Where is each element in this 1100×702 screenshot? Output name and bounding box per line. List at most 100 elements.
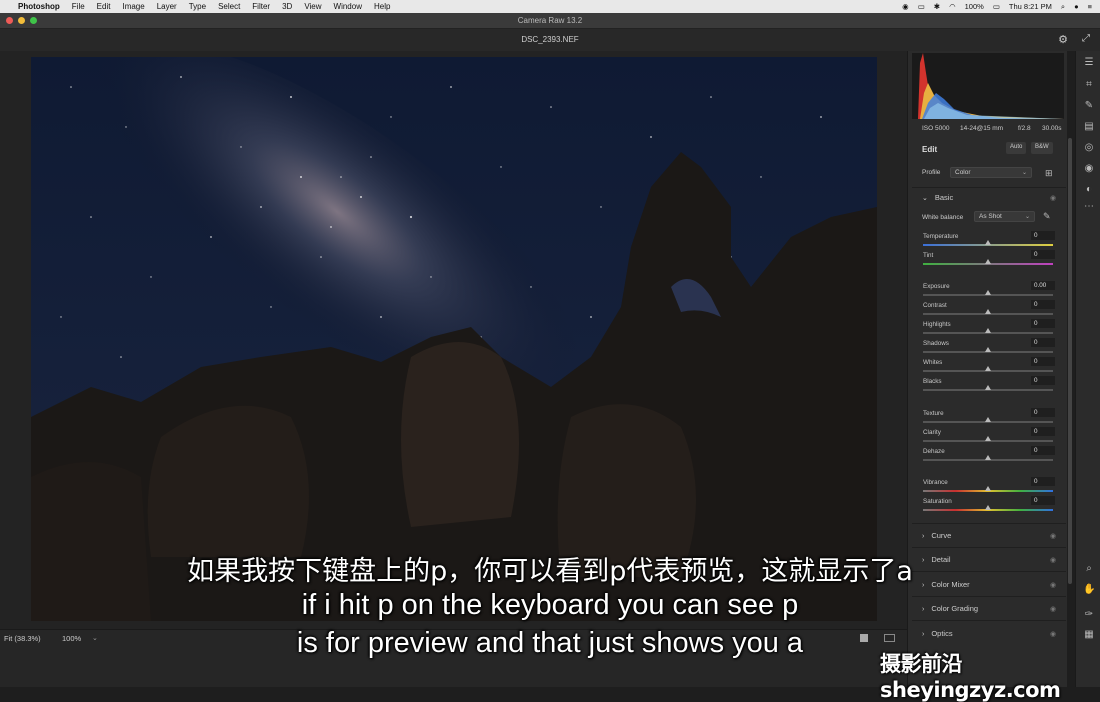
- bw-button[interactable]: B&W: [1031, 142, 1053, 154]
- red-eye-icon[interactable]: ◉: [1083, 163, 1095, 174]
- crop-icon[interactable]: ⌗: [1083, 79, 1095, 90]
- menu-layer[interactable]: Layer: [157, 2, 177, 11]
- eyedropper-icon[interactable]: ✎: [1043, 211, 1051, 222]
- bluetooth-icon[interactable]: ✱: [934, 2, 940, 11]
- eye-icon[interactable]: ◉: [1050, 532, 1056, 540]
- slider-thumb[interactable]: [985, 486, 991, 491]
- more-icon[interactable]: ⋯: [1083, 201, 1095, 212]
- slider-value[interactable]: 0: [1031, 357, 1055, 366]
- profile-browser-icon[interactable]: ⊞: [1045, 168, 1053, 179]
- slider-thumb[interactable]: [985, 505, 991, 510]
- menu-select[interactable]: Select: [218, 2, 240, 11]
- slider-thumb[interactable]: [985, 347, 991, 352]
- slider-value[interactable]: 0: [1031, 231, 1055, 240]
- document-header: DSC_2393.NEF ⚙ ⤢: [0, 29, 1100, 51]
- spot-removal-icon[interactable]: ✎: [1083, 100, 1095, 111]
- slider-thumb[interactable]: [985, 259, 991, 264]
- slider-value[interactable]: 0.00: [1031, 281, 1055, 290]
- menu-edit[interactable]: Edit: [97, 2, 111, 11]
- image-canvas[interactable]: [0, 51, 907, 629]
- slider-clarity[interactable]: Clarity 0: [922, 427, 1055, 445]
- slider-shadows[interactable]: Shadows 0: [922, 338, 1055, 356]
- slider-temperature[interactable]: Temperature 0: [922, 231, 1055, 249]
- menu-filter[interactable]: Filter: [252, 2, 270, 11]
- chevron-right-icon: ›: [922, 533, 925, 540]
- slider-thumb[interactable]: [985, 366, 991, 371]
- slider-value[interactable]: 0: [1031, 446, 1055, 455]
- slider-value[interactable]: 0: [1031, 319, 1055, 328]
- profile-label: Profile: [922, 169, 941, 176]
- slider-thumb[interactable]: [985, 436, 991, 441]
- slider-highlights[interactable]: Highlights 0: [922, 319, 1055, 337]
- edit-sliders-icon[interactable]: ☰: [1083, 57, 1095, 68]
- slider-thumb[interactable]: [985, 290, 991, 295]
- slider-contrast[interactable]: Contrast 0: [922, 300, 1055, 318]
- exif-lens: 14-24@15 mm: [960, 125, 1004, 132]
- slider-value[interactable]: 0: [1031, 427, 1055, 436]
- white-balance-value: As Shot: [979, 213, 1002, 220]
- menu-type[interactable]: Type: [189, 2, 206, 11]
- radial-filter-icon[interactable]: ◎: [1083, 142, 1095, 153]
- wifi-icon[interactable]: ◠: [949, 2, 956, 11]
- window-title: Camera Raw 13.2: [517, 16, 583, 25]
- clock[interactable]: Thu 8:21 PM: [1009, 2, 1052, 11]
- menu-app[interactable]: Photoshop: [18, 2, 60, 11]
- slider-saturation[interactable]: Saturation 0: [922, 496, 1055, 514]
- eye-icon[interactable]: ◉: [1050, 194, 1056, 202]
- slider-label: Saturation: [923, 498, 952, 505]
- battery-text[interactable]: 100%: [965, 2, 984, 11]
- panel-scrollbar[interactable]: [1068, 138, 1072, 584]
- menu-view[interactable]: View: [304, 2, 321, 11]
- user-icon[interactable]: ●: [1074, 2, 1079, 11]
- auto-button[interactable]: Auto: [1006, 142, 1027, 154]
- slider-value[interactable]: 0: [1031, 338, 1055, 347]
- white-balance-select[interactable]: As Shot ⌄: [974, 211, 1035, 222]
- slider-vibrance[interactable]: Vibrance 0: [922, 477, 1055, 495]
- slider-thumb[interactable]: [985, 240, 991, 245]
- profile-select[interactable]: Color ⌄: [950, 167, 1032, 178]
- section-curve[interactable]: › Curve: [922, 531, 951, 540]
- slider-thumb[interactable]: [985, 417, 991, 422]
- section-label: Curve: [931, 531, 952, 540]
- white-balance-label: White balance: [922, 214, 964, 221]
- slider-thumb[interactable]: [985, 455, 991, 460]
- slider-texture[interactable]: Texture 0: [922, 408, 1055, 426]
- subtitle-english-line1: if i hit p on the keyboard you can see p: [301, 589, 799, 621]
- gradient-icon[interactable]: ▤: [1083, 121, 1095, 132]
- slider-dehaze[interactable]: Dehaze 0: [922, 446, 1055, 464]
- exif-shutter: 30.00s: [1042, 125, 1062, 132]
- chevron-down-icon: ⌄: [1024, 214, 1030, 220]
- menu-help[interactable]: Help: [374, 2, 390, 11]
- slider-value[interactable]: 0: [1031, 477, 1055, 486]
- gear-icon[interactable]: ⚙: [1058, 33, 1068, 46]
- slider-value[interactable]: 0: [1031, 300, 1055, 309]
- slider-label: Temperature: [923, 233, 959, 240]
- menu-window[interactable]: Window: [334, 2, 362, 11]
- slider-tint[interactable]: Tint 0: [922, 250, 1055, 268]
- slider-value[interactable]: 0: [1031, 408, 1055, 417]
- slider-thumb[interactable]: [985, 328, 991, 333]
- presets-icon[interactable]: ◐: [1083, 184, 1095, 195]
- record-icon[interactable]: ◉: [902, 2, 909, 11]
- menu-image[interactable]: Image: [122, 2, 144, 11]
- slider-value[interactable]: 0: [1031, 250, 1055, 259]
- slider-thumb[interactable]: [985, 385, 991, 390]
- slider-value[interactable]: 0: [1031, 496, 1055, 505]
- slider-label: Blacks: [923, 378, 942, 385]
- slider-whites[interactable]: Whites 0: [922, 357, 1055, 375]
- document-filename: DSC_2393.NEF: [521, 35, 579, 44]
- menu-file[interactable]: File: [72, 2, 85, 11]
- slider-value[interactable]: 0: [1031, 376, 1055, 385]
- menu-3d[interactable]: 3D: [282, 2, 292, 11]
- photo-preview[interactable]: [31, 57, 877, 621]
- slider-thumb[interactable]: [985, 309, 991, 314]
- slider-blacks[interactable]: Blacks 0: [922, 376, 1055, 394]
- exif-iso: ISO 5000: [922, 125, 950, 132]
- notification-center-icon[interactable]: ≡: [1088, 2, 1092, 11]
- section-basic[interactable]: ⌄ Basic: [922, 193, 953, 202]
- slider-exposure[interactable]: Exposure 0.00: [922, 281, 1055, 299]
- slider-label: Tint: [923, 252, 934, 259]
- fullscreen-icon[interactable]: ⤢: [1082, 33, 1090, 44]
- display-icon[interactable]: ▭: [918, 2, 925, 11]
- spotlight-icon[interactable]: ⌕: [1061, 2, 1065, 12]
